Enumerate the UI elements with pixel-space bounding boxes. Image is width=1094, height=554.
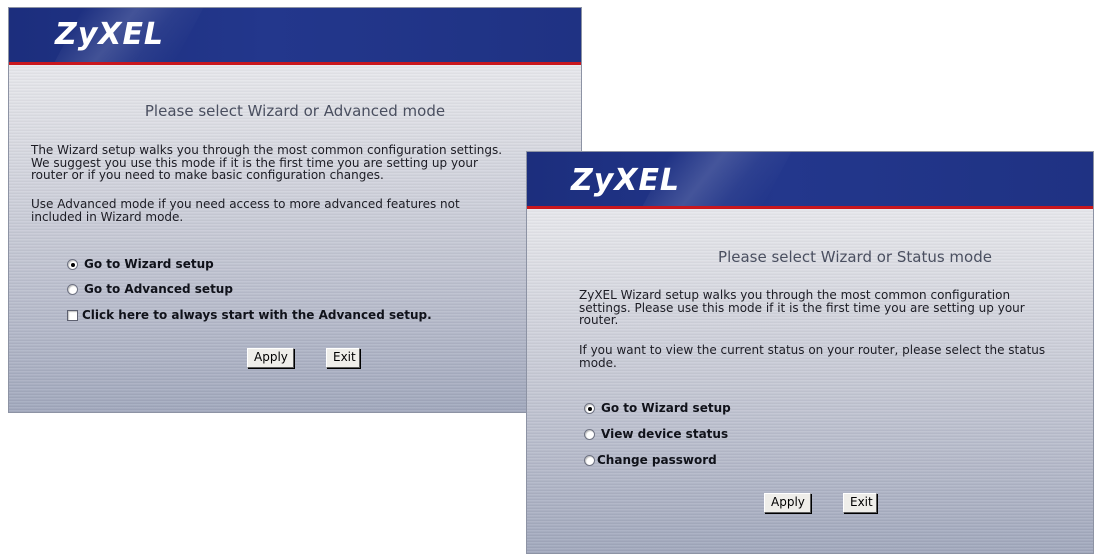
wizard-advanced-panel: ZyXEL Please select Wizard or Advanced m… — [8, 7, 582, 413]
zyxel-logo: ZyXEL — [571, 163, 681, 198]
advanced-paragraph: Use Advanced mode if you need access to … — [31, 198, 576, 223]
exit-button[interactable]: Exit — [326, 348, 360, 368]
intro-line: settings. Please use this mode if it is … — [579, 300, 1025, 315]
status-line: mode. — [579, 355, 617, 370]
zyxel-logo: ZyXEL — [55, 17, 165, 52]
radio-label: Change password — [597, 453, 717, 467]
radio-selected-icon[interactable] — [67, 258, 78, 270]
apply-button[interactable]: Apply — [247, 348, 294, 368]
intro-line: ZyXEL Wizard setup walks you through the… — [579, 288, 1011, 302]
intro-paragraph: ZyXEL Wizard setup walks you through the… — [579, 289, 1089, 327]
page-title: Please select Wizard or Status mode — [718, 248, 992, 266]
radio-wizard-setup[interactable]: Go to Wizard setup — [584, 400, 731, 416]
radio-advanced-setup[interactable]: Go to Advanced setup — [67, 281, 233, 297]
radio-unselected-icon[interactable] — [584, 428, 595, 440]
radio-unselected-icon[interactable] — [584, 454, 595, 466]
intro-line: router. — [579, 313, 619, 327]
intro-paragraph: The Wizard setup walks you through the m… — [31, 144, 576, 182]
apply-button[interactable]: Apply — [764, 493, 811, 513]
intro-line: The Wizard setup walks you through the m… — [31, 143, 503, 157]
exit-button[interactable]: Exit — [843, 493, 877, 513]
radio-label: Go to Wizard setup — [601, 401, 731, 415]
radio-unselected-icon[interactable] — [67, 283, 78, 295]
zyxel-header: ZyXEL — [9, 8, 581, 65]
radio-label: View device status — [601, 427, 729, 441]
advanced-line: included in Wizard mode. — [31, 209, 184, 224]
radio-wizard-setup[interactable]: Go to Wizard setup — [67, 256, 214, 272]
intro-line: router or if you need to make basic conf… — [31, 168, 384, 182]
radio-change-password[interactable]: Change password — [584, 452, 717, 468]
radio-view-device-status[interactable]: View device status — [584, 426, 728, 442]
radio-label: Go to Advanced setup — [84, 282, 233, 296]
zyxel-header: ZyXEL — [527, 152, 1093, 209]
radio-label: Go to Wizard setup — [84, 257, 214, 271]
status-line: If you want to view the current status o… — [579, 343, 1046, 357]
checkbox-icon[interactable] — [67, 309, 78, 321]
radio-selected-icon[interactable] — [584, 402, 595, 414]
advanced-line: Use Advanced mode if you need access to … — [31, 197, 460, 211]
wizard-status-panel: ZyXEL Please select Wizard or Status mod… — [526, 151, 1094, 554]
always-advanced-checkbox[interactable]: Click here to always start with the Adva… — [67, 307, 432, 323]
page-title: Please select Wizard or Advanced mode — [144, 102, 446, 120]
status-paragraph: If you want to view the current status o… — [579, 344, 1089, 369]
checkbox-label: Click here to always start with the Adva… — [82, 308, 432, 322]
